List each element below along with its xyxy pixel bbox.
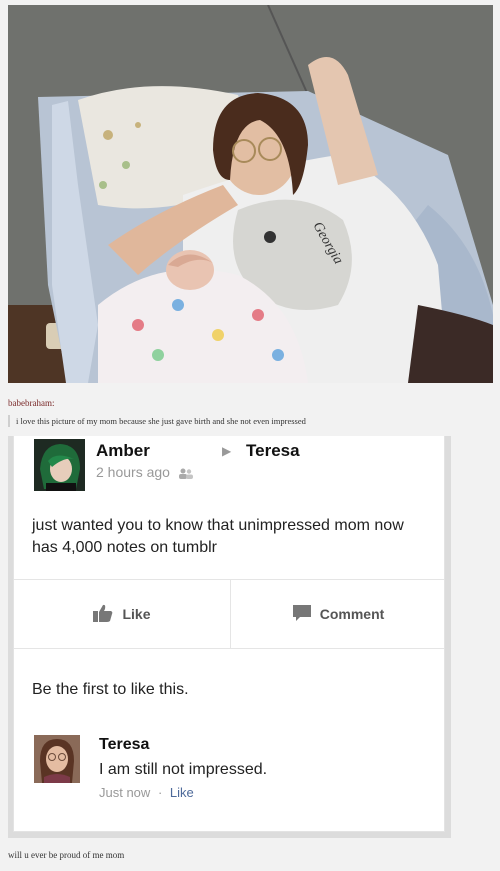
thumbs-up-icon <box>92 603 114 626</box>
commenter-avatar[interactable] <box>34 735 80 783</box>
comment-button-label: Comment <box>319 606 385 622</box>
likes-summary: Be the first to like this. <box>32 681 189 698</box>
like-button[interactable]: Like <box>14 580 229 648</box>
facebook-post-card: Amber ▶ Teresa 2 hours ago just wanted y… <box>13 436 445 832</box>
recipient-arrow-icon: ▶ <box>222 444 232 458</box>
tumblr-username[interactable]: babebraham: <box>8 398 54 408</box>
friends-icon <box>178 467 194 485</box>
tumblr-reply-caption: will u ever be proud of me mom <box>8 850 125 860</box>
comment-text: I am still not impressed. <box>99 761 268 778</box>
post-recipient-name[interactable]: Teresa <box>246 441 300 461</box>
comment-meta: Just now · Like <box>99 785 194 800</box>
facebook-screenshot: Amber ▶ Teresa 2 hours ago just wanted y… <box>8 436 451 838</box>
comment-timestamp[interactable]: Just now <box>99 785 150 800</box>
comment-author-name[interactable]: Teresa <box>99 736 149 754</box>
post-author-name[interactable]: Amber <box>96 441 150 461</box>
post-body-text: just wanted you to know that unimpressed… <box>32 517 404 556</box>
comment-like-link[interactable]: Like <box>170 785 194 800</box>
photo-illustration: Georgia <box>8 5 493 383</box>
post-timestamp[interactable]: 2 hours ago <box>96 464 170 480</box>
comment-bubble-icon <box>292 603 312 626</box>
author-avatar[interactable] <box>34 439 85 491</box>
comment-button[interactable]: Comment <box>230 580 445 648</box>
post-action-bar: Like Comment <box>14 579 444 649</box>
mother-baby-photo: Georgia <box>8 5 493 383</box>
tumblr-quote: i love this picture of my mom because sh… <box>8 415 306 427</box>
comment-meta-separator: · <box>157 785 163 800</box>
like-button-label: Like <box>122 606 151 622</box>
